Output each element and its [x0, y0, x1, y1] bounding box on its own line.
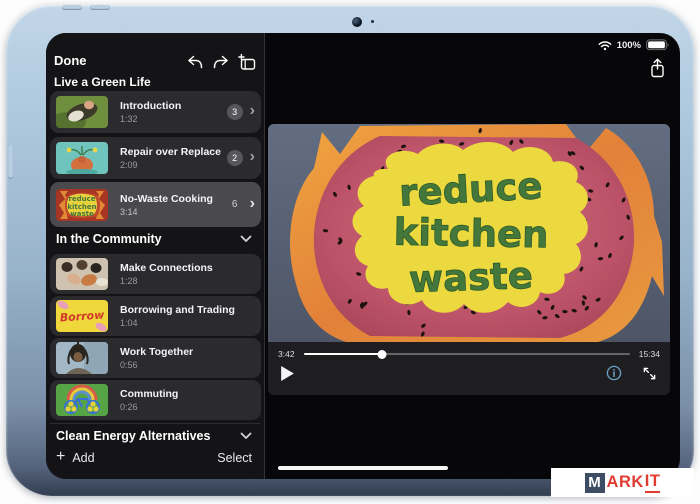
project-title: Live a Green Life: [54, 75, 151, 89]
thumbnail-introduction: [56, 96, 108, 128]
clip-count-badge: 3: [227, 104, 243, 120]
svg-text:waste: waste: [408, 254, 533, 301]
lesson-row-no-waste-cooking[interactable]: reduce kitchen waste No-Waste Cooking 3:…: [50, 182, 261, 227]
home-indicator[interactable]: [278, 466, 448, 471]
lesson-title: No-Waste Cooking: [120, 193, 227, 205]
undo-icon[interactable]: [186, 54, 204, 71]
elapsed-time: 3:42: [278, 349, 295, 359]
lesson-row-commuting[interactable]: Commuting 0:26: [50, 380, 261, 420]
volume-down-button[interactable]: [90, 5, 110, 10]
lesson-duration: 0:26: [120, 402, 255, 412]
chevron-right-icon: ›: [250, 196, 255, 212]
lesson-row-work-together[interactable]: Work Together 0:56: [50, 338, 261, 378]
lesson-sidebar: Done Live a Green Life: [46, 33, 265, 479]
svg-text:waste: waste: [70, 210, 94, 218]
add-button[interactable]: + Add: [56, 451, 95, 465]
sidebar-footer: + Add Select: [56, 451, 252, 465]
play-button[interactable]: [281, 366, 294, 381]
markit-watermark: M ARK IT: [551, 468, 694, 497]
clip-count-badge: 2: [227, 150, 243, 166]
lesson-duration: 1:32: [120, 114, 227, 124]
lesson-duration: 3:14: [120, 207, 227, 217]
ipad-device-frame: 9:41 AMTue Oct 18 100%: [6, 5, 694, 496]
sidebar-divider: [50, 423, 260, 424]
scrubber-knob[interactable]: [377, 350, 386, 359]
video-player[interactable]: reduce kitchen waste 3:42 15:34: [268, 124, 670, 395]
markit-logo-m: M: [585, 473, 605, 493]
thumbnail-work-together: [56, 342, 108, 374]
lesson-title: Work Together: [120, 346, 255, 358]
chevron-right-icon: ›: [250, 103, 255, 119]
volume-up-button[interactable]: [62, 5, 82, 10]
plus-icon: +: [56, 449, 65, 465]
ipad-screen: 9:41 AMTue Oct 18 100%: [46, 33, 680, 479]
info-button[interactable]: [606, 365, 622, 381]
svg-text:reduce: reduce: [68, 195, 95, 203]
svg-text:reduce: reduce: [398, 164, 543, 214]
player-controls: 3:42 15:34: [268, 342, 670, 395]
battery-percent: 100%: [617, 40, 641, 51]
chevron-down-icon: [240, 432, 252, 440]
clip-count-badge: 6: [227, 197, 243, 213]
svg-text:kitchen: kitchen: [393, 211, 548, 257]
front-camera: [352, 17, 362, 27]
lesson-title: Borrowing and Trading: [120, 304, 255, 316]
lesson-duration: 1:28: [120, 276, 255, 286]
lesson-title: Repair over Replace: [120, 146, 227, 158]
chevron-right-icon: ›: [250, 149, 255, 165]
lesson-duration: 1:04: [120, 318, 255, 328]
markit-logo-it: IT: [645, 472, 661, 493]
camera-sensor-dot: [371, 20, 374, 23]
redo-icon[interactable]: [212, 54, 230, 71]
total-time: 15:34: [639, 349, 660, 359]
lesson-row-make-connections[interactable]: Make Connections 1:28: [50, 254, 261, 294]
share-icon[interactable]: [649, 58, 666, 78]
done-button[interactable]: Done: [54, 53, 87, 68]
lesson-row-introduction[interactable]: Introduction 1:32 3 ›: [50, 91, 261, 133]
thumbnail-commuting: [56, 384, 108, 416]
battery-icon: [646, 39, 670, 51]
lesson-title: Make Connections: [120, 262, 255, 274]
lesson-row-borrowing-and-trading[interactable]: Borrow Borrowing and Trading 1:04: [50, 296, 261, 336]
add-clip-icon[interactable]: [238, 54, 257, 72]
thumbnail-borrowing-and-trading: Borrow: [56, 300, 108, 332]
lesson-duration: 0:56: [120, 360, 255, 370]
wifi-icon: [598, 40, 612, 51]
lesson-title: Introduction: [120, 100, 227, 112]
lesson-title: Commuting: [120, 388, 255, 400]
lesson-duration: 2:09: [120, 160, 227, 170]
section-header-clean-energy-alternatives[interactable]: Clean Energy Alternatives: [56, 429, 252, 443]
select-button[interactable]: Select: [217, 451, 252, 465]
screenshot-stage: 9:41 AMTue Oct 18 100%: [0, 0, 700, 504]
lesson-row-repair-over-replace[interactable]: Repair over Replace 2:09 2 ›: [50, 137, 261, 179]
side-button[interactable]: [8, 145, 13, 179]
progress-bar[interactable]: [304, 350, 630, 359]
thumbnail-repair-over-replace: [56, 142, 108, 174]
thumbnail-make-connections: [56, 258, 108, 290]
chevron-down-icon: [240, 235, 252, 243]
section-header-in-the-community[interactable]: In the Community: [56, 232, 252, 246]
markit-logo-ark: ARK: [607, 473, 644, 492]
fullscreen-button[interactable]: [642, 366, 657, 381]
video-frame-reduce-kitchen-waste: reduce kitchen waste: [268, 124, 670, 342]
thumbnail-no-waste-cooking: reduce kitchen waste: [56, 189, 108, 221]
